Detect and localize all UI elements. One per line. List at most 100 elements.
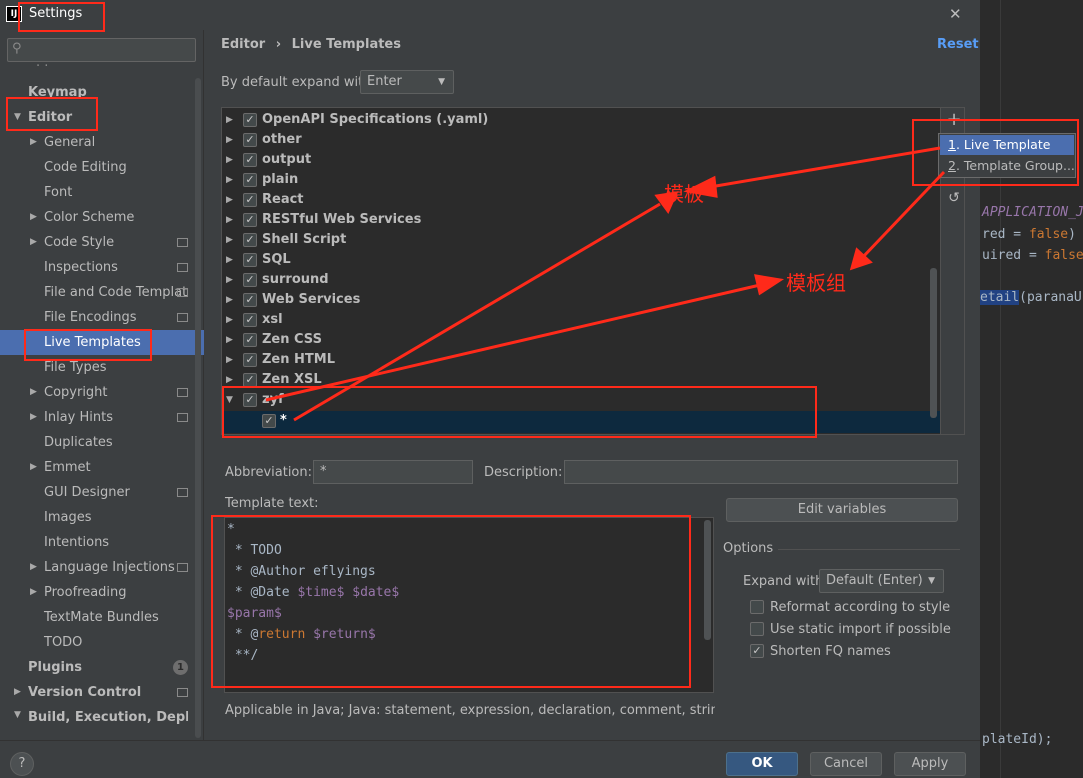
sidebar-item-build-execution-deployment[interactable]: Build, Execution, Deploym xyxy=(28,705,188,730)
tree-group-row[interactable]: ▶ ✓ OpenAPI Specifications (.yaml) xyxy=(222,110,940,130)
group-label: output xyxy=(262,152,312,167)
group-checkbox[interactable]: ✓ xyxy=(243,213,257,227)
group-checkbox[interactable]: ✓ xyxy=(243,333,257,347)
group-checkbox[interactable]: ✓ xyxy=(243,373,257,387)
sidebar-item-file-and-code-templates[interactable]: File and Code Templat xyxy=(44,280,187,305)
tree-scrollbar[interactable] xyxy=(930,268,937,418)
chevron-right-icon[interactable]: ▶ xyxy=(226,350,233,370)
project-scope-icon xyxy=(177,413,188,422)
sidebar-item-general[interactable]: ▶ General xyxy=(30,130,95,155)
chevron-right-icon[interactable]: ▶ xyxy=(226,330,233,350)
chevron-right-icon[interactable]: ▶ xyxy=(226,130,233,150)
tree-group-row[interactable]: ▶ ✓ Shell Script xyxy=(222,230,940,250)
sidebar-item-images[interactable]: Images xyxy=(44,505,92,530)
chevron-right-icon[interactable]: ▶ xyxy=(226,150,233,170)
chevron-right-icon[interactable]: ▶ xyxy=(30,455,37,480)
help-icon[interactable]: ? xyxy=(10,752,34,776)
sidebar-item-code-style[interactable]: ▶ Code Style xyxy=(30,230,114,255)
chevron-down-icon[interactable]: ▼ xyxy=(14,710,21,720)
chevron-right-icon[interactable]: ▶ xyxy=(226,310,233,330)
sidebar-item-duplicates[interactable]: Duplicates xyxy=(44,430,113,455)
tree-group-row[interactable]: ▶ ✓ plain xyxy=(222,170,940,190)
sidebar-item-proofreading[interactable]: ▶ Proofreading xyxy=(30,580,127,605)
expand-with-select[interactable]: Default (Enter) ▼ xyxy=(819,569,944,593)
description-input[interactable] xyxy=(564,460,958,484)
group-checkbox[interactable]: ✓ xyxy=(243,253,257,267)
chevron-right-icon[interactable]: ▶ xyxy=(30,130,37,155)
group-checkbox[interactable]: ✓ xyxy=(243,193,257,207)
group-checkbox[interactable]: ✓ xyxy=(243,153,257,167)
tree-group-row[interactable]: ▶ ✓ Zen CSS xyxy=(222,330,940,350)
chevron-right-icon[interactable]: ▶ xyxy=(30,580,37,605)
restore-icon[interactable]: ↺ xyxy=(946,190,962,206)
group-label: Shell Script xyxy=(262,232,347,247)
sidebar-item-todo[interactable]: TODO xyxy=(44,630,82,655)
options-divider xyxy=(778,549,960,550)
chevron-right-icon[interactable]: ▶ xyxy=(226,250,233,270)
abbreviation-input[interactable]: * xyxy=(313,460,473,484)
sidebar-item-color-scheme[interactable]: ▶ Color Scheme xyxy=(30,205,134,230)
sidebar-item-language-injections[interactable]: ▶ Language Injections xyxy=(30,555,175,580)
chevron-right-icon[interactable]: ▶ xyxy=(226,170,233,190)
annotation-box-editor xyxy=(6,97,98,131)
reformat-checkbox[interactable] xyxy=(750,600,764,614)
tree-group-row[interactable]: ▶ ✓ xsl xyxy=(222,310,940,330)
sidebar-item-label: Proofreading xyxy=(44,585,127,600)
applicable-contexts[interactable]: Applicable in Java; Java: statement, exp… xyxy=(225,703,715,718)
group-checkbox[interactable]: ✓ xyxy=(243,173,257,187)
sidebar-item-code-editing[interactable]: Code Editing xyxy=(44,155,127,180)
static-import-checkbox[interactable] xyxy=(750,622,764,636)
tree-group-row[interactable]: ▶ ✓ Zen HTML xyxy=(222,350,940,370)
sidebar-item-inspections[interactable]: Inspections xyxy=(44,255,118,280)
group-checkbox[interactable]: ✓ xyxy=(243,273,257,287)
apply-button[interactable]: Apply xyxy=(894,752,966,776)
shorten-fq-checkbox[interactable]: ✓ xyxy=(750,644,764,658)
group-checkbox[interactable]: ✓ xyxy=(243,313,257,327)
default-expand-select[interactable]: Enter ▼ xyxy=(360,70,454,94)
group-checkbox[interactable]: ✓ xyxy=(243,293,257,307)
sidebar-item-gui-designer[interactable]: GUI Designer xyxy=(44,480,130,505)
edit-variables-button[interactable]: Edit variables xyxy=(726,498,958,522)
reset-link[interactable]: Reset xyxy=(937,37,979,52)
sidebar-item-label: Version Control xyxy=(28,685,142,700)
chevron-right-icon[interactable]: ▶ xyxy=(14,680,21,705)
title-bar: IJ Settings ✕ xyxy=(0,0,980,30)
chevron-right-icon[interactable]: ▶ xyxy=(30,380,37,405)
sidebar-item-font[interactable]: Font xyxy=(44,180,72,205)
sidebar-item-textmate-bundles[interactable]: TextMate Bundles xyxy=(44,605,159,630)
cancel-button[interactable]: Cancel xyxy=(810,752,882,776)
chevron-right-icon[interactable]: ▶ xyxy=(30,405,37,430)
tree-group-row[interactable]: ▶ ✓ RESTful Web Services xyxy=(222,210,940,230)
chevron-right-icon[interactable]: ▶ xyxy=(226,110,233,130)
close-icon[interactable]: ✕ xyxy=(949,5,962,23)
chevron-right-icon[interactable]: ▶ xyxy=(226,190,233,210)
tree-group-row[interactable]: ▶ ✓ output xyxy=(222,150,940,170)
sidebar-item-intentions[interactable]: Intentions xyxy=(44,530,109,555)
ok-button[interactable]: OK xyxy=(726,752,798,776)
group-checkbox[interactable]: ✓ xyxy=(243,113,257,127)
sidebar-item-copyright[interactable]: ▶ Copyright xyxy=(30,380,108,405)
code-fragment: plateId); xyxy=(982,732,1053,747)
breadcrumb-parent[interactable]: Editor xyxy=(221,37,265,52)
chevron-right-icon[interactable]: ▶ xyxy=(226,210,233,230)
chevron-right-icon[interactable]: ▶ xyxy=(30,230,37,255)
chevron-right-icon[interactable]: ▶ xyxy=(226,270,233,290)
sidebar-item-plugins[interactable]: Plugins xyxy=(28,655,82,680)
sidebar-item-inlay-hints[interactable]: ▶ Inlay Hints xyxy=(30,405,113,430)
group-checkbox[interactable]: ✓ xyxy=(243,133,257,147)
group-checkbox[interactable]: ✓ xyxy=(243,353,257,367)
tree-group-row[interactable]: ▶ ✓ other xyxy=(222,130,940,150)
chevron-right-icon[interactable]: ▶ xyxy=(226,230,233,250)
chevron-right-icon[interactable]: ▶ xyxy=(30,205,37,230)
code-fragment-keyword: false xyxy=(1028,227,1069,242)
sidebar-item-version-control[interactable]: ▶ Version Control xyxy=(14,680,142,705)
sidebar-item-file-encodings[interactable]: File Encodings xyxy=(44,305,137,330)
chevron-right-icon[interactable]: ▶ xyxy=(30,555,37,580)
group-checkbox[interactable]: ✓ xyxy=(243,233,257,247)
template-scrollbar[interactable] xyxy=(704,520,711,640)
sidebar-item-emmet[interactable]: ▶ Emmet xyxy=(30,455,91,480)
tree-group-row[interactable]: ▶ ✓ React xyxy=(222,190,940,210)
chevron-right-icon[interactable]: ▶ xyxy=(226,290,233,310)
chevron-down-icon: ▼ xyxy=(928,576,935,586)
sidebar-scrollbar[interactable] xyxy=(195,78,201,738)
